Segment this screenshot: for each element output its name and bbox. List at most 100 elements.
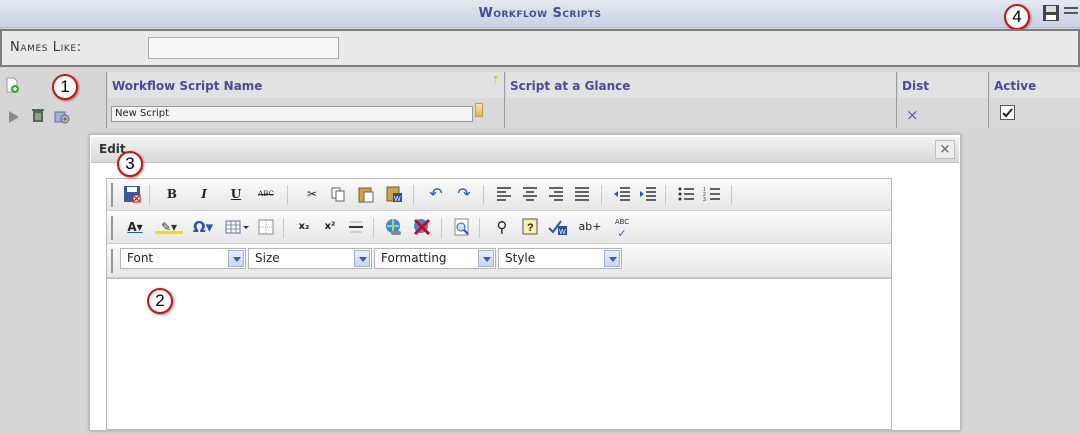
column-divider — [896, 72, 897, 128]
toolbar-separator — [483, 185, 484, 205]
toolbar-separator — [479, 218, 480, 238]
toolbar-separator — [413, 185, 414, 205]
strikethrough-button[interactable]: ABC — [255, 183, 277, 205]
help-icon[interactable]: ? — [519, 216, 541, 238]
editor-toolbar-row-2: A▾ ✎▾ Ω▾ x₂ x² ⚲ ? W ab+ ABC ✓ — [107, 212, 891, 244]
save-icon[interactable] — [1042, 4, 1060, 22]
font-color-icon[interactable]: A▾ — [121, 216, 149, 238]
names-like-input[interactable] — [148, 37, 339, 59]
outdent-icon[interactable] — [611, 183, 633, 205]
toolbar-separator — [731, 185, 732, 205]
toolbar-separator — [283, 218, 284, 238]
paste-from-word-icon[interactable]: W — [383, 183, 405, 205]
column-header-name[interactable]: Workflow Script Name ⇡ — [108, 72, 504, 98]
toolbar-separator — [665, 185, 666, 205]
align-right-icon[interactable] — [545, 183, 567, 205]
column-header-name-label: Workflow Script Name — [112, 79, 263, 93]
editor-toolbar-row-3: Font Size Formatting Style — [107, 245, 891, 278]
undo-icon[interactable]: ↶ — [425, 183, 447, 205]
play-icon[interactable] — [6, 109, 22, 125]
underline-button[interactable]: U — [225, 183, 247, 205]
special-character-icon[interactable]: Ω▾ — [189, 216, 217, 238]
insert-link-icon[interactable] — [383, 216, 405, 238]
bold-button[interactable]: B — [161, 183, 183, 205]
spellcheck-button[interactable]: ABC ✓ — [611, 216, 633, 240]
formatting-select[interactable]: Formatting — [374, 248, 496, 269]
align-left-icon[interactable] — [493, 183, 515, 205]
special-character-label: Ω — [192, 218, 206, 236]
script-settings-icon[interactable] — [54, 108, 70, 124]
toolbar-grip — [111, 249, 113, 273]
callout-4: 4 — [1004, 4, 1030, 30]
find-icon[interactable]: ⚲ — [491, 216, 513, 238]
indent-icon[interactable] — [637, 183, 659, 205]
size-select[interactable]: Size — [248, 248, 372, 269]
window-titlebar: Workflow Scripts — [0, 0, 1080, 28]
column-header-glance[interactable]: Script at a Glance — [506, 72, 896, 98]
callout-2: 2 — [147, 288, 173, 314]
size-select-label: Size — [255, 251, 280, 265]
save-icon[interactable] — [121, 183, 143, 205]
numbered-list-icon[interactable]: 1 2 3 — [701, 183, 723, 205]
column-header-active[interactable]: Active — [990, 72, 1080, 98]
edit-dialog: Edit × B I U ABC ✂ W ↶ ↷ 1 2 3 A▾ ✎▾ Ω▾ … — [89, 134, 961, 431]
script-name-field[interactable]: New Script — [111, 106, 473, 122]
column-divider — [106, 72, 107, 128]
column-divider — [504, 72, 505, 128]
subscript-button[interactable]: x₂ — [293, 216, 315, 238]
remove-link-icon[interactable] — [411, 216, 433, 238]
chevron-down-icon — [228, 250, 244, 267]
bulleted-list-icon[interactable] — [675, 183, 697, 205]
table-properties-icon[interactable] — [255, 216, 277, 238]
chevron-down-icon — [354, 250, 370, 267]
italic-button[interactable]: I — [193, 183, 215, 205]
check-icon: ✓ — [617, 227, 627, 240]
column-header-glance-label: Script at a Glance — [510, 79, 631, 93]
callout-3: 3 — [117, 151, 143, 177]
font-select-label: Font — [127, 251, 154, 265]
paste-icon[interactable] — [355, 183, 377, 205]
toolbar-separator — [287, 185, 288, 205]
delete-icon[interactable] — [30, 107, 46, 123]
justify-icon[interactable] — [571, 183, 593, 205]
insert-table-icon[interactable] — [223, 216, 253, 238]
font-select[interactable]: Font — [120, 248, 246, 269]
copy-icon[interactable] — [327, 183, 349, 205]
editor-content-area[interactable] — [107, 278, 891, 429]
edit-dialog-titlebar: Edit × — [91, 137, 959, 163]
style-select-label: Style — [505, 251, 536, 265]
menu-icon[interactable] — [1064, 7, 1078, 17]
svg-text:W: W — [394, 196, 401, 203]
check-icon — [1002, 108, 1013, 118]
column-header-active-label: Active — [994, 79, 1037, 93]
spellcheck-label: ABC — [614, 218, 630, 226]
sort-arrow-icon: ⇡ — [491, 75, 500, 86]
editor-toolbar-row-1: B I U ABC ✂ W ↶ ↷ 1 2 3 — [107, 179, 891, 211]
style-select[interactable]: Style — [498, 248, 622, 269]
chevron-down-icon — [478, 250, 494, 267]
filter-label: Names Like: — [10, 40, 82, 55]
redo-icon[interactable]: ↷ — [453, 183, 475, 205]
chevron-down-icon — [604, 250, 620, 267]
word-check-icon[interactable]: W — [547, 216, 569, 238]
filter-bar: Names Like: — [0, 29, 1080, 67]
dist-cell[interactable]: × — [906, 106, 919, 124]
resize-handle[interactable] — [475, 103, 483, 117]
column-header-dist[interactable]: Dist — [898, 72, 988, 98]
close-button[interactable]: × — [935, 140, 955, 159]
superscript-button[interactable]: x² — [319, 216, 341, 238]
active-checkbox[interactable] — [1000, 105, 1015, 120]
align-center-icon[interactable] — [519, 183, 541, 205]
rich-text-editor: B I U ABC ✂ W ↶ ↷ 1 2 3 A▾ ✎▾ Ω▾ x₂ x² ⚲… — [106, 178, 892, 430]
horizontal-rule-icon[interactable] — [345, 216, 367, 238]
insert-field-button[interactable]: ab+ — [575, 216, 605, 238]
svg-text:?: ? — [527, 222, 534, 234]
toolbar-separator — [373, 218, 374, 238]
highlight-color-icon[interactable]: ✎▾ — [155, 216, 183, 234]
formatting-select-label: Formatting — [381, 251, 447, 265]
preview-icon[interactable] — [451, 216, 473, 238]
toolbar-separator — [601, 185, 602, 205]
add-script-icon[interactable] — [4, 77, 20, 93]
cut-icon[interactable]: ✂ — [301, 183, 323, 205]
window-title: Workflow Scripts — [478, 6, 602, 21]
